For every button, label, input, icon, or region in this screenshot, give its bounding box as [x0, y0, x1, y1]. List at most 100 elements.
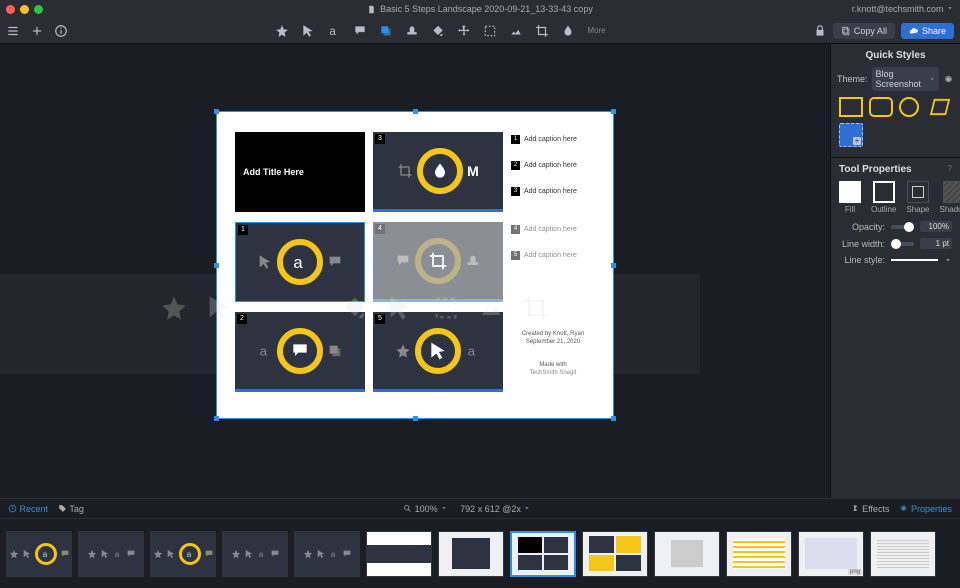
highlight-ring: [35, 543, 57, 565]
capture-tray[interactable]: png: [0, 518, 960, 588]
callout-tool[interactable]: [353, 24, 367, 38]
resize-handle-ne[interactable]: [611, 109, 616, 114]
resize-handle-n[interactable]: [413, 109, 418, 114]
text-icon: [41, 549, 51, 559]
callout-icon: [270, 549, 280, 559]
cursor-icon: [22, 549, 32, 559]
tray-thumbnail[interactable]: png: [798, 531, 864, 577]
help-icon[interactable]: ?: [948, 164, 952, 175]
tray-thumbnail[interactable]: [294, 531, 360, 577]
image-tool[interactable]: [509, 24, 523, 38]
canvas[interactable]: Add Title Here 3 M 1Add caption here 2Ad…: [0, 44, 830, 498]
tray-thumbnail[interactable]: [870, 531, 936, 577]
theme-value: Blog Screenshot: [876, 69, 929, 89]
dimensions-label[interactable]: 792 x 612 @2x: [460, 504, 531, 514]
shape-tool[interactable]: [379, 24, 393, 38]
arrow-tool[interactable]: [301, 24, 315, 38]
callout-icon: [126, 549, 136, 559]
text-icon: [257, 549, 267, 559]
cloud-icon: [909, 26, 919, 36]
copy-all-button[interactable]: Copy All: [833, 23, 895, 39]
callout-icon: [204, 549, 214, 559]
tray-thumbnail[interactable]: [726, 531, 792, 577]
move-tool[interactable]: [457, 24, 471, 38]
properties-label: Properties: [911, 504, 952, 514]
info-icon[interactable]: [54, 24, 68, 38]
linewidth-slider[interactable]: [891, 242, 914, 246]
tray-thumbnail[interactable]: [78, 531, 144, 577]
more-tools-button[interactable]: More: [587, 26, 605, 35]
shape-label: Shape: [906, 205, 929, 214]
maximize-window-button[interactable]: [34, 5, 43, 14]
callout-icon: [60, 549, 70, 559]
tool-properties-heading: Tool Properties: [839, 164, 912, 175]
lock-icon[interactable]: [813, 24, 827, 38]
dimensions-value: 792 x 612 @2x: [460, 504, 521, 514]
main-toolbar: More Copy All Share: [0, 18, 960, 44]
menu-icon[interactable]: [6, 24, 20, 38]
resize-handle-w[interactable]: [214, 263, 219, 268]
tray-thumbnail[interactable]: [366, 531, 432, 577]
shadow-tab[interactable]: Shadow: [940, 181, 960, 214]
blur-tool[interactable]: [561, 24, 575, 38]
resize-handle-s[interactable]: [413, 416, 418, 421]
chevron-down-icon: [929, 75, 935, 83]
close-window-button[interactable]: [6, 5, 15, 14]
tray-thumbnail[interactable]: [438, 531, 504, 577]
outline-tab[interactable]: Outline: [871, 181, 896, 214]
opacity-slider[interactable]: [891, 225, 914, 229]
add-style-button[interactable]: +: [839, 123, 863, 147]
search-icon: [403, 504, 412, 513]
fill-tab[interactable]: Fill: [839, 181, 861, 214]
add-icon[interactable]: [30, 24, 44, 38]
opacity-value[interactable]: 100%: [920, 221, 952, 232]
properties-button[interactable]: Properties: [899, 504, 952, 514]
document-name-label: Basic 5 Steps Landscape 2020-09-21_13-33…: [380, 4, 593, 14]
tray-thumbnail[interactable]: [582, 531, 648, 577]
tray-thumbnail[interactable]: [6, 531, 72, 577]
highlight-ring: [179, 543, 201, 565]
minimize-window-button[interactable]: [20, 5, 29, 14]
star-icon: [153, 549, 163, 559]
tag-button[interactable]: Tag: [58, 504, 84, 514]
style-parallelogram[interactable]: [928, 97, 952, 117]
chevron-down-icon: [946, 4, 954, 12]
linewidth-label: Line width:: [839, 239, 885, 249]
star-icon: [87, 549, 97, 559]
resize-handle-sw[interactable]: [214, 416, 219, 421]
style-rectangle[interactable]: [839, 97, 863, 117]
selection-tool[interactable]: [483, 24, 497, 38]
favorite-tool[interactable]: [275, 24, 289, 38]
cursor-icon: [100, 549, 110, 559]
style-ellipse[interactable]: [899, 97, 919, 117]
tray-thumbnail[interactable]: [654, 531, 720, 577]
recent-button[interactable]: Recent: [8, 504, 48, 514]
chevron-down-icon[interactable]: [944, 256, 952, 264]
zoom-control[interactable]: 100%: [403, 504, 448, 514]
effects-button[interactable]: Effects: [851, 504, 890, 514]
account-menu[interactable]: r.knott@techsmith.com: [852, 4, 954, 14]
document-icon: [367, 5, 376, 14]
resize-handle-e[interactable]: [611, 263, 616, 268]
copy-all-label: Copy All: [854, 26, 887, 36]
style-rounded[interactable]: [869, 97, 893, 117]
gear-icon[interactable]: [943, 74, 954, 85]
recent-label: Recent: [20, 504, 49, 514]
shape-tab[interactable]: Shape: [906, 181, 929, 214]
template-document[interactable]: Add Title Here 3 M 1Add caption here 2Ad…: [217, 112, 613, 418]
title-bar: Basic 5 Steps Landscape 2020-09-21_13-33…: [0, 0, 960, 18]
resize-handle-se[interactable]: [611, 416, 616, 421]
zoom-value: 100%: [415, 504, 438, 514]
linestyle-preview: [891, 259, 938, 261]
linewidth-value[interactable]: 1 pt: [920, 238, 952, 249]
stamp-tool[interactable]: [405, 24, 419, 38]
share-button[interactable]: Share: [901, 23, 954, 39]
crop-tool[interactable]: [535, 24, 549, 38]
theme-dropdown[interactable]: Blog Screenshot: [872, 67, 939, 91]
resize-handle-nw[interactable]: [214, 109, 219, 114]
text-tool[interactable]: [327, 24, 341, 38]
tray-thumbnail[interactable]: [150, 531, 216, 577]
fill-tool[interactable]: [431, 24, 445, 38]
tray-thumbnail-selected[interactable]: [510, 531, 576, 577]
tray-thumbnail[interactable]: [222, 531, 288, 577]
